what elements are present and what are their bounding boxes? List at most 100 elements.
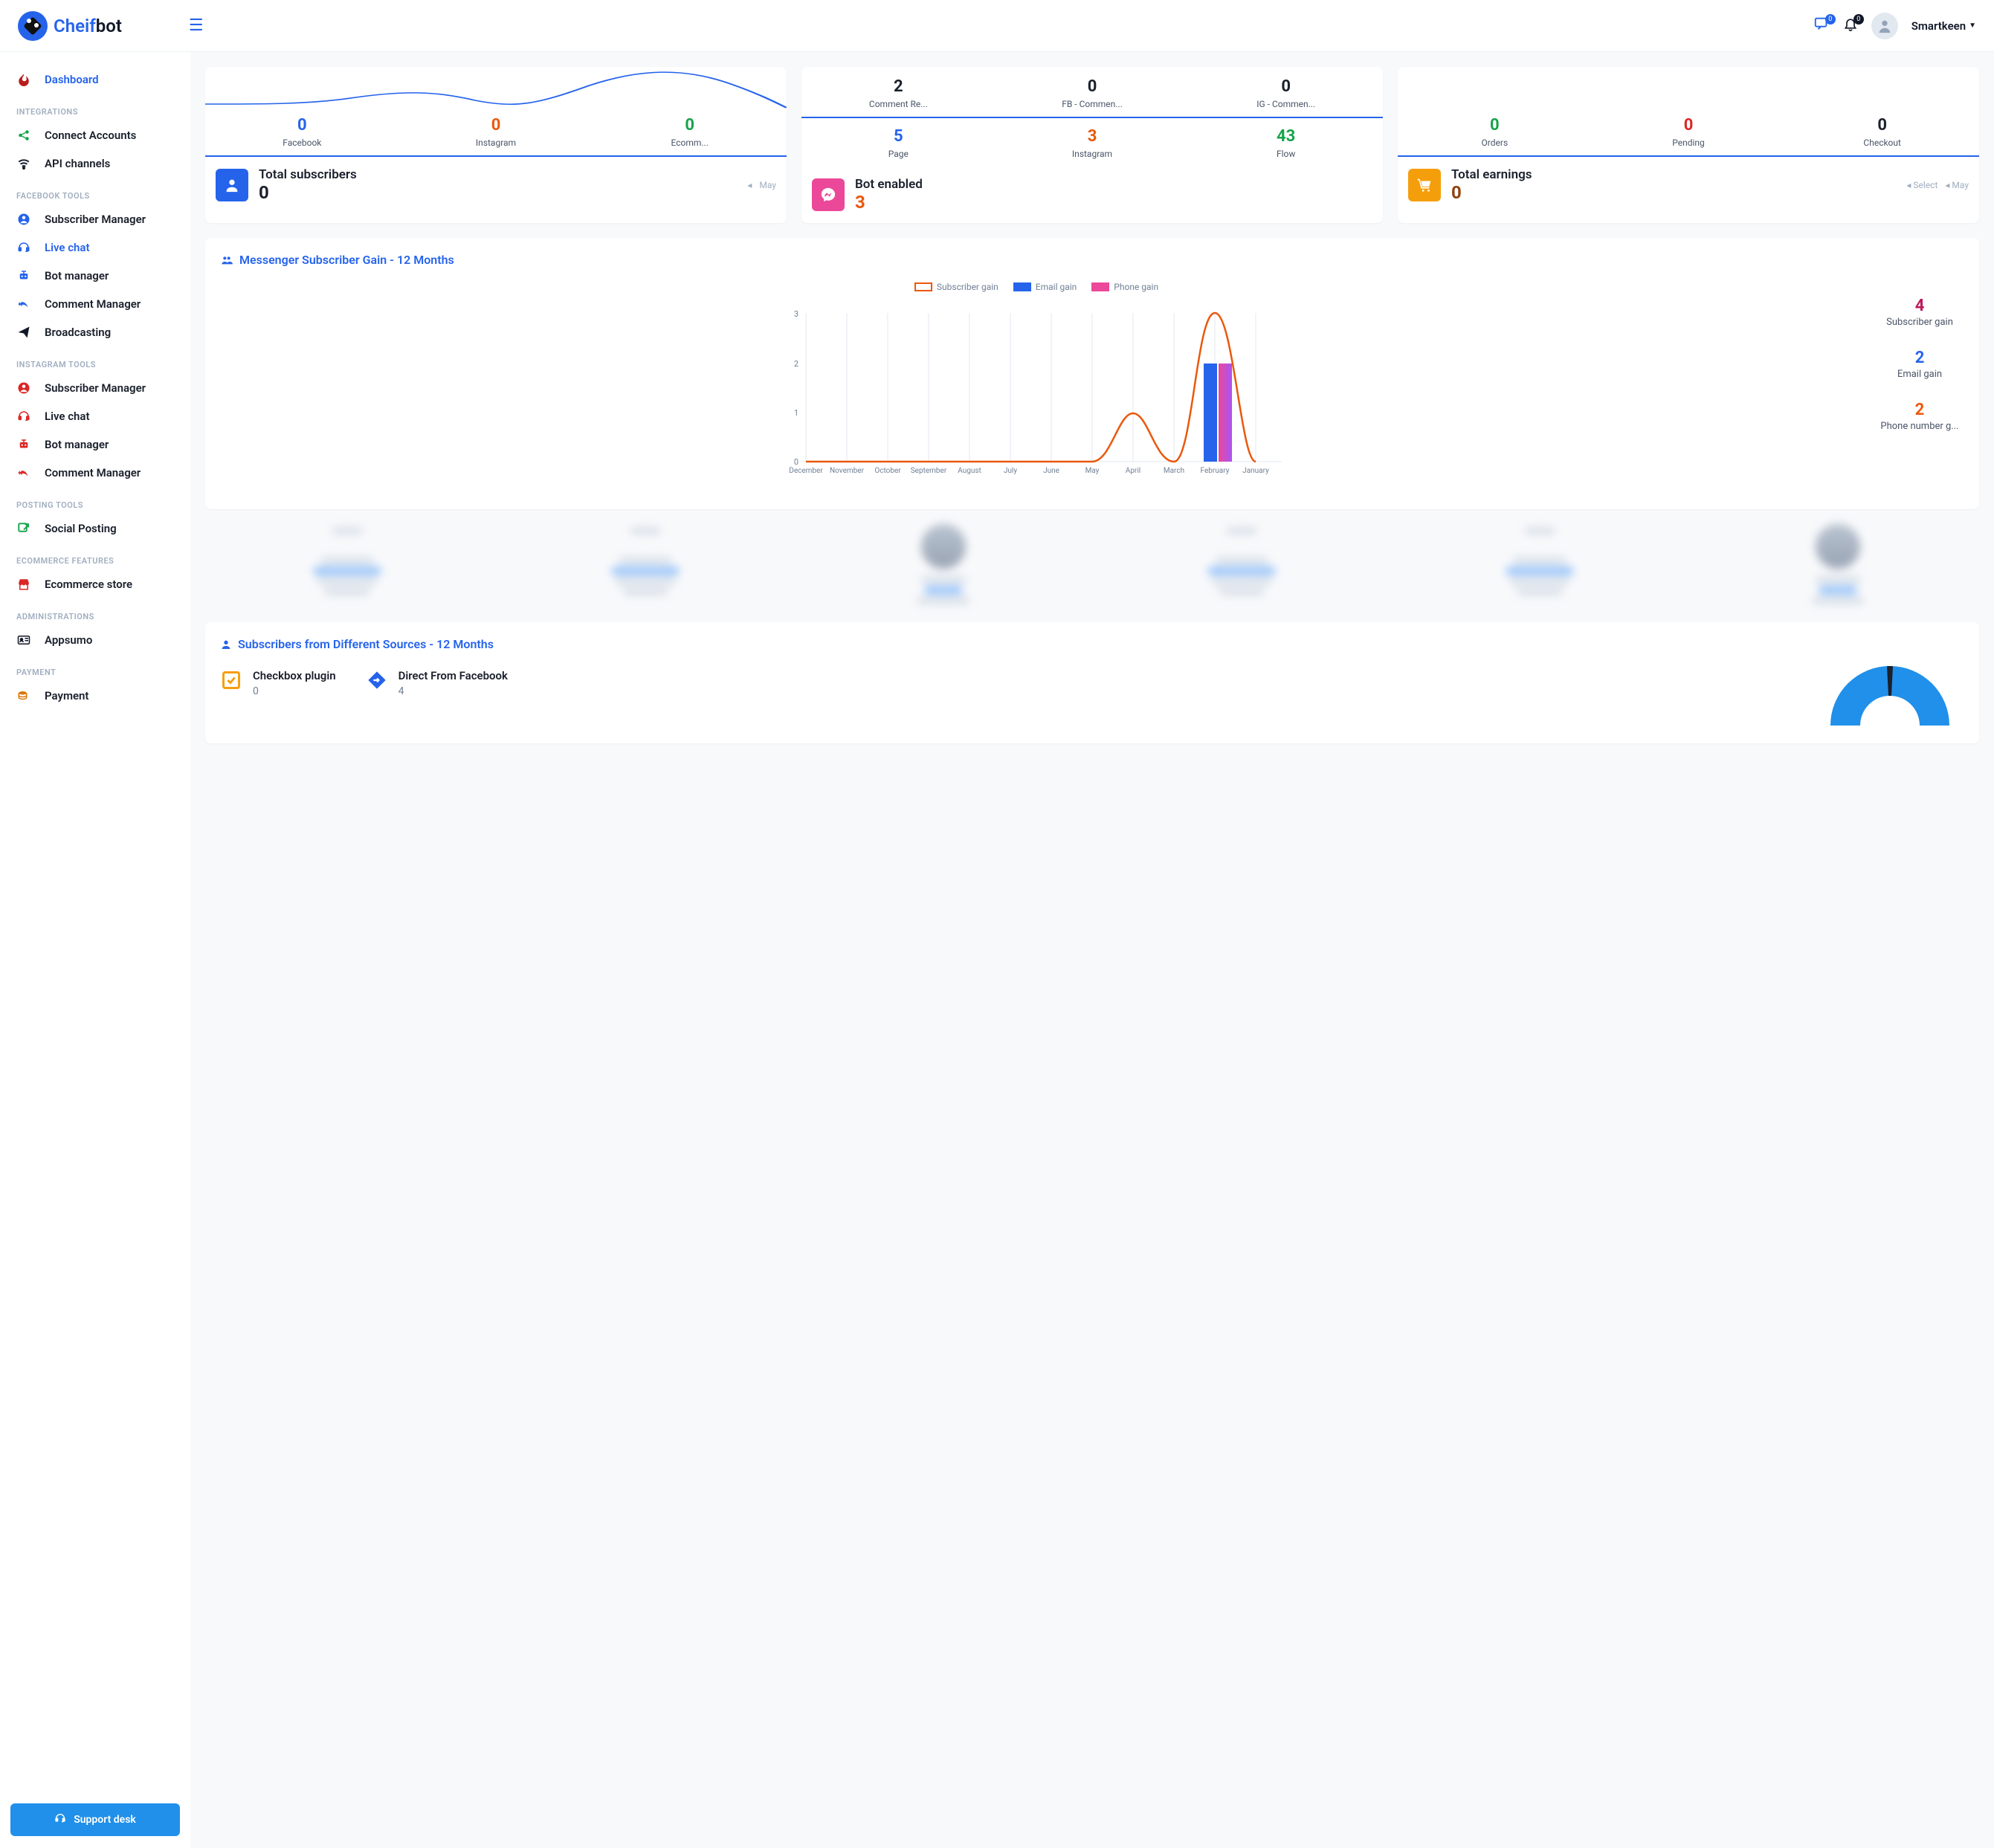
sidebar-item-live-chat[interactable]: Live chat	[0, 402, 190, 430]
metric: 0Ecomm...	[593, 113, 787, 155]
total-earnings-value: 0	[1451, 182, 1532, 203]
earnings-card: 0Orders0Pending0Checkout Total earnings …	[1398, 67, 1979, 223]
reply-all-icon	[16, 466, 31, 479]
svg-text:September: September	[911, 467, 947, 475]
headset-icon	[54, 1812, 66, 1827]
sidebar-item-label: API channels	[45, 157, 110, 170]
sidebar-item-api-channels[interactable]: API channels	[0, 149, 190, 178]
subscribers-card: 0Facebook0Instagram0Ecomm... Total subsc…	[205, 67, 787, 223]
sidebar-item-label: Connect Accounts	[45, 129, 136, 142]
logo[interactable]: Cheifbot	[18, 11, 122, 41]
sidebar-item-live-chat[interactable]: Live chat	[0, 233, 190, 262]
svg-text:August: August	[958, 467, 981, 475]
sidebar-item-label: Dashboard	[45, 73, 99, 86]
svg-text:December: December	[789, 467, 823, 475]
sidebar-item-label: Bot manager	[45, 438, 109, 451]
messenger-icon	[812, 178, 845, 211]
panel-title: Messenger Subscriber Gain - 12 Months	[220, 253, 1964, 267]
messages-icon[interactable]: 0	[1813, 16, 1830, 36]
store-icon	[16, 578, 31, 591]
sidebar-item-bot-manager[interactable]: Bot manager	[0, 262, 190, 290]
bot-enabled-value: 3	[855, 192, 923, 213]
source-item: Checkbox plugin0	[220, 669, 336, 697]
sidebar-item-ecommerce-store[interactable]: Ecommerce store	[0, 570, 190, 598]
support-desk-button[interactable]: Support desk	[10, 1803, 180, 1836]
metric: 3Instagram	[996, 124, 1190, 167]
nav-group: POSTING TOOLS	[0, 487, 190, 514]
svg-text:2: 2	[794, 359, 798, 369]
sidebar-item-label: Appsumo	[45, 633, 92, 647]
sidebar-item-connect-accounts[interactable]: Connect Accounts	[0, 121, 190, 149]
bot-enabled-label: Bot enabled	[855, 177, 923, 192]
robot-icon	[16, 269, 31, 282]
sidebar-item-dashboard[interactable]: Dashboard	[0, 65, 190, 94]
total-subscribers-label: Total subscribers	[259, 167, 357, 182]
sidebar-item-label: Comment Manager	[45, 466, 141, 479]
sidebar: DashboardINTEGRATIONSConnect AccountsAPI…	[0, 52, 190, 1848]
sidebar-item-label: Payment	[45, 689, 88, 702]
sidebar-item-label: Social Posting	[45, 522, 117, 535]
user-icon	[216, 169, 248, 201]
svg-text:January: January	[1242, 467, 1269, 475]
wifi-icon	[16, 157, 31, 170]
side-stat: 2Email gain	[1897, 349, 1942, 380]
legend-item: Phone gain	[1091, 282, 1158, 292]
main-content: 0Facebook0Instagram0Ecomm... Total subsc…	[190, 52, 1994, 1848]
sidebar-item-appsumo[interactable]: Appsumo	[0, 626, 190, 654]
legend-item: Subscriber gain	[914, 282, 998, 292]
checkbox-icon	[220, 669, 242, 691]
legend-item: Email gain	[1013, 282, 1077, 292]
sidebar-item-broadcasting[interactable]: Broadcasting	[0, 318, 190, 346]
sidebar-item-comment-manager[interactable]: Comment Manager	[0, 290, 190, 318]
nav-group: ADMINISTRATIONS	[0, 598, 190, 626]
sidebar-item-bot-manager[interactable]: Bot manager	[0, 430, 190, 459]
svg-text:1: 1	[794, 408, 798, 418]
currency-selector[interactable]: ◂ Select	[1906, 180, 1937, 190]
svg-text:0: 0	[794, 457, 798, 467]
sidebar-item-comment-manager[interactable]: Comment Manager	[0, 459, 190, 487]
svg-text:March: March	[1164, 467, 1184, 475]
sources-panel: Subscribers from Different Sources - 12 …	[205, 622, 1979, 743]
metric: 0Orders	[1398, 113, 1592, 155]
svg-text:November: November	[830, 467, 865, 475]
user-menu[interactable]: Smartkeen▼	[1911, 19, 1976, 33]
subscriber-gain-panel: Messenger Subscriber Gain - 12 Months Su…	[205, 238, 1979, 509]
headset-icon	[16, 241, 31, 254]
share-icon	[16, 129, 31, 142]
logo-icon	[18, 11, 48, 41]
metric: 0Pending	[1592, 113, 1786, 155]
svg-text:June: June	[1043, 467, 1059, 475]
sidebar-item-subscriber-manager[interactable]: Subscriber Manager	[0, 205, 190, 233]
svg-text:April: April	[1126, 467, 1140, 475]
sidebar-item-label: Ecommerce store	[45, 578, 132, 591]
panel-title: Subscribers from Different Sources - 12 …	[220, 637, 1964, 651]
nav-group: FACEBOOK TOOLS	[0, 178, 190, 205]
bot-enabled-card: 2Comment Re...0FB - Commen...0IG - Comme…	[801, 67, 1383, 223]
sources-donut-chart	[1816, 651, 1964, 728]
svg-text:February: February	[1201, 467, 1230, 475]
menu-toggle-icon[interactable]: ☰	[189, 16, 204, 35]
svg-text:July: July	[1004, 467, 1017, 475]
nav-group: PAYMENT	[0, 654, 190, 682]
metric: 2Comment Re...	[801, 74, 996, 117]
svg-text:May: May	[1085, 467, 1100, 475]
month-selector[interactable]: ◂May	[747, 180, 776, 190]
svg-text:October: October	[874, 467, 901, 475]
sidebar-item-subscriber-manager[interactable]: Subscriber Manager	[0, 374, 190, 402]
notifications-icon[interactable]: 0	[1843, 16, 1858, 36]
sidebar-item-label: Broadcasting	[45, 326, 111, 339]
chevron-down-icon: ▼	[1969, 22, 1976, 30]
robot-icon	[16, 438, 31, 451]
sidebar-item-payment[interactable]: Payment	[0, 682, 190, 710]
flame-icon	[16, 73, 31, 86]
side-stat: 4Subscriber gain	[1886, 297, 1953, 328]
source-item: Direct From Facebook4	[366, 669, 508, 697]
sidebar-item-label: Live chat	[45, 241, 90, 254]
total-earnings-label: Total earnings	[1451, 167, 1532, 182]
month-selector[interactable]: ◂ May	[1945, 180, 1969, 190]
metric: 43Flow	[1189, 124, 1383, 167]
sidebar-item-social-posting[interactable]: Social Posting	[0, 514, 190, 543]
user-circle-icon	[16, 213, 31, 226]
avatar[interactable]	[1871, 13, 1898, 39]
subscriber-gain-chart: 3 2 1 0 DecemberNovemberOctoberSeptember…	[220, 298, 1853, 491]
